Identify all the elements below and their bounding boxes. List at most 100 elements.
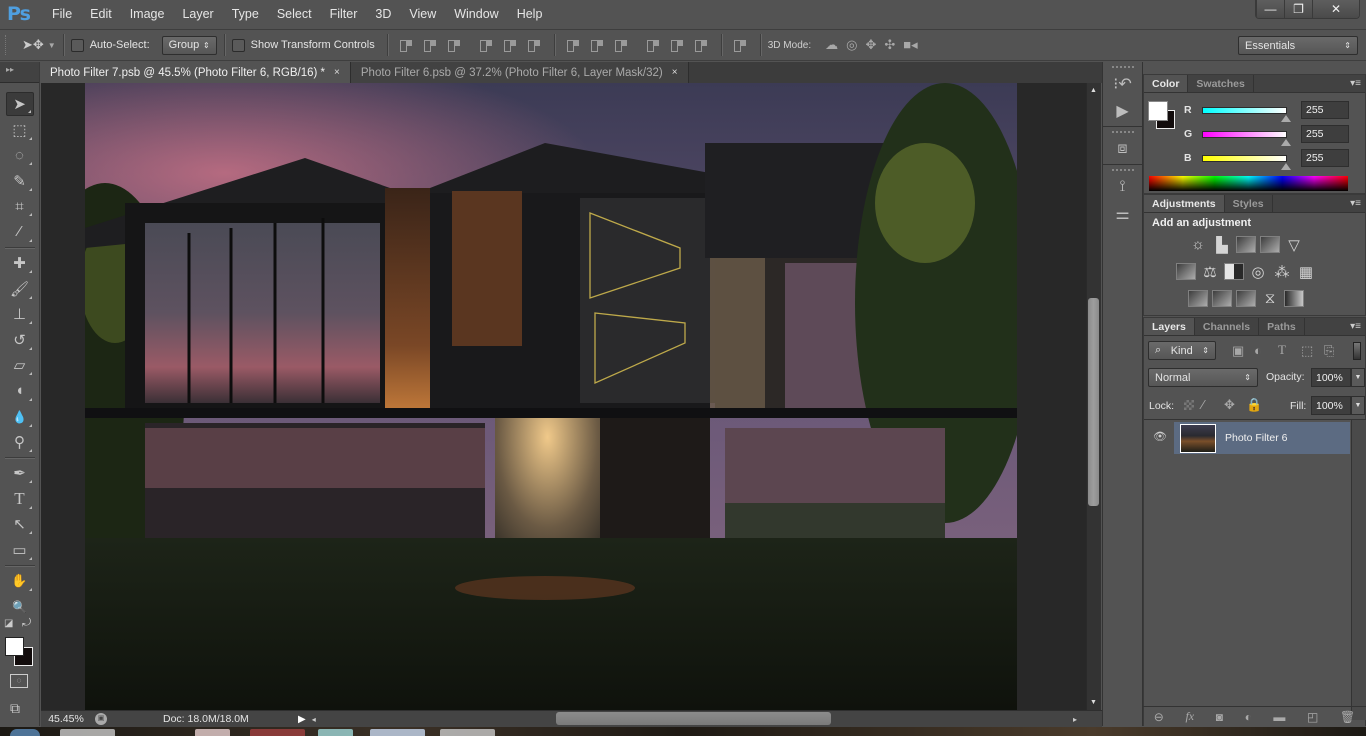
opacity-dropdown-icon[interactable]: ▼ bbox=[1351, 368, 1365, 387]
tab-channels[interactable]: Channels bbox=[1195, 318, 1260, 335]
vibrance-icon[interactable]: ▽ bbox=[1284, 236, 1304, 254]
tab-close-icon[interactable]: × bbox=[334, 67, 340, 78]
layers-scrollbar[interactable] bbox=[1351, 420, 1366, 720]
workspace-switcher[interactable]: Essentials ⇕ bbox=[1238, 36, 1358, 55]
layer-row[interactable]: Photo Filter 6 bbox=[1174, 422, 1350, 454]
tab-color[interactable]: Color bbox=[1144, 75, 1189, 92]
scroll-down-arrow-icon[interactable]: ▼ bbox=[1090, 699, 1097, 706]
posterize-icon[interactable] bbox=[1212, 290, 1232, 307]
3d-slide-icon[interactable]: ✣ bbox=[884, 37, 895, 53]
distribute-right-edges-icon[interactable] bbox=[692, 37, 712, 53]
start-button[interactable] bbox=[10, 729, 40, 736]
lock-position-icon[interactable]: ✥ bbox=[1224, 397, 1235, 413]
horizontal-scroll-thumb[interactable] bbox=[556, 712, 831, 725]
curves-icon[interactable] bbox=[1236, 236, 1256, 253]
3d-rotate-icon[interactable]: ☁ bbox=[825, 37, 838, 53]
toolbox-collapse-toggle[interactable]: ▸▸ bbox=[0, 62, 39, 83]
paint-bucket-tool[interactable]: ◖ bbox=[6, 379, 34, 403]
taskbar-app-button[interactable] bbox=[318, 729, 353, 736]
lock-transparent-pixels-icon[interactable] bbox=[1184, 400, 1194, 410]
path-selection-tool[interactable]: ↖ bbox=[6, 512, 34, 536]
blue-slider[interactable] bbox=[1202, 154, 1291, 170]
pen-tool[interactable]: ✒ bbox=[6, 461, 34, 485]
filter-adjustment-layers-icon[interactable]: ◐ bbox=[1254, 343, 1262, 358]
rectangle-tool[interactable]: ▭ bbox=[6, 538, 34, 562]
actions-play-icon[interactable]: ▶ bbox=[1111, 99, 1135, 123]
auto-select-target-select[interactable]: Group ⇕ bbox=[161, 35, 217, 55]
black-white-icon[interactable] bbox=[1224, 263, 1244, 280]
panel-menu-icon[interactable]: ▾≡ bbox=[1350, 198, 1361, 209]
add-mask-icon[interactable]: ◙ bbox=[1216, 710, 1223, 724]
document-canvas[interactable] bbox=[85, 83, 1017, 710]
healing-brush-tool[interactable]: ✚ bbox=[6, 251, 34, 275]
move-tool-icon[interactable]: ➤✥ bbox=[22, 37, 44, 53]
menu-3d[interactable]: 3D bbox=[366, 7, 400, 21]
panel-menu-icon[interactable]: ▾≡ bbox=[1350, 321, 1361, 332]
distribute-bottom-edges-icon[interactable] bbox=[612, 37, 632, 53]
taskbar-app-button[interactable] bbox=[195, 729, 230, 736]
eyedropper-tool[interactable]: ⁄ bbox=[6, 220, 34, 244]
document-tab[interactable]: Photo Filter 6.psb @ 37.2% (Photo Filter… bbox=[350, 62, 689, 83]
move-tool[interactable]: ➤ bbox=[5, 92, 34, 116]
auto-align-layers-icon[interactable] bbox=[731, 37, 751, 53]
taskbar-app-button[interactable] bbox=[250, 729, 305, 736]
tab-styles[interactable]: Styles bbox=[1225, 195, 1273, 212]
foreground-color-swatch[interactable] bbox=[5, 637, 24, 656]
menu-view[interactable]: View bbox=[400, 7, 445, 21]
distribute-left-edges-icon[interactable] bbox=[644, 37, 664, 53]
color-lookup-icon[interactable]: ▦ bbox=[1296, 263, 1316, 281]
photo-filter-icon[interactable]: ◎ bbox=[1248, 263, 1268, 281]
menu-image[interactable]: Image bbox=[121, 7, 174, 21]
exposure-icon[interactable] bbox=[1260, 236, 1280, 253]
layer-filter-toggle[interactable] bbox=[1353, 342, 1361, 360]
tool-preset-dropdown-icon[interactable]: ▼ bbox=[48, 41, 56, 50]
vertical-scroll-thumb[interactable] bbox=[1088, 298, 1099, 506]
options-bar-grip[interactable] bbox=[5, 35, 8, 55]
tab-paths[interactable]: Paths bbox=[1259, 318, 1305, 335]
zoom-tool[interactable]: 🔍 bbox=[6, 595, 34, 619]
distribute-vertical-centers-icon[interactable] bbox=[588, 37, 608, 53]
align-left-edges-icon[interactable] bbox=[477, 37, 497, 53]
crop-tool[interactable]: ⌗ bbox=[6, 194, 34, 218]
show-transform-controls-checkbox[interactable] bbox=[231, 38, 245, 52]
channel-mixer-icon[interactable]: ⁂ bbox=[1272, 263, 1292, 281]
color-spectrum-ramp[interactable] bbox=[1149, 176, 1348, 191]
hue-saturation-icon[interactable] bbox=[1176, 263, 1196, 280]
restore-button[interactable]: ❐ bbox=[1284, 0, 1312, 18]
delete-layer-icon[interactable]: 🗑 bbox=[1340, 710, 1355, 724]
opacity-input[interactable]: 100% bbox=[1311, 368, 1351, 387]
dock-grip[interactable] bbox=[1111, 169, 1134, 172]
menu-select[interactable]: Select bbox=[268, 7, 321, 21]
align-vertical-centers-icon[interactable] bbox=[421, 37, 441, 53]
align-top-edges-icon[interactable] bbox=[397, 37, 417, 53]
auto-select-checkbox[interactable] bbox=[70, 38, 84, 52]
brush-panel-icon[interactable]: ⚌ bbox=[1111, 202, 1135, 226]
menu-type[interactable]: Type bbox=[223, 7, 268, 21]
brush-tool[interactable]: 🖌 bbox=[6, 277, 34, 301]
menu-window[interactable]: Window bbox=[445, 7, 507, 21]
dock-grip[interactable] bbox=[1111, 66, 1134, 69]
hand-tool[interactable]: ✋ bbox=[6, 569, 34, 593]
green-value-input[interactable]: 255 bbox=[1301, 125, 1349, 143]
red-slider-thumb[interactable] bbox=[1281, 114, 1291, 122]
eraser-tool[interactable]: ▱ bbox=[6, 353, 34, 377]
green-slider[interactable] bbox=[1202, 130, 1291, 146]
blur-tool[interactable]: 💧 bbox=[6, 405, 34, 429]
rectangular-marquee-tool[interactable]: ⬚ bbox=[6, 118, 34, 142]
taskbar-app-button-active[interactable] bbox=[370, 729, 425, 736]
zoom-level[interactable]: 45.45% bbox=[41, 713, 91, 725]
default-colors-icon[interactable]: ◪ bbox=[4, 618, 13, 629]
red-value-input[interactable]: 255 bbox=[1301, 101, 1349, 119]
3d-drag-icon[interactable]: ✥ bbox=[865, 37, 876, 53]
threshold-icon[interactable] bbox=[1236, 290, 1256, 307]
fill-input[interactable]: 100% bbox=[1311, 396, 1351, 415]
brightness-contrast-icon[interactable]: ☼ bbox=[1188, 236, 1208, 253]
3d-roll-icon[interactable]: ◎ bbox=[846, 37, 857, 53]
quick-selection-tool[interactable]: ✎ bbox=[6, 169, 34, 193]
fx-icon[interactable]: fx bbox=[1185, 709, 1194, 724]
3d-scale-icon[interactable]: ■◂ bbox=[903, 37, 917, 53]
menu-layer[interactable]: Layer bbox=[173, 7, 222, 21]
lock-image-pixels-icon[interactable]: ⁄ bbox=[1202, 397, 1204, 412]
scroll-up-arrow-icon[interactable]: ▲ bbox=[1090, 87, 1097, 94]
layer-filter-kind-select[interactable]: ⌕ Kind ⇕ bbox=[1148, 341, 1216, 360]
